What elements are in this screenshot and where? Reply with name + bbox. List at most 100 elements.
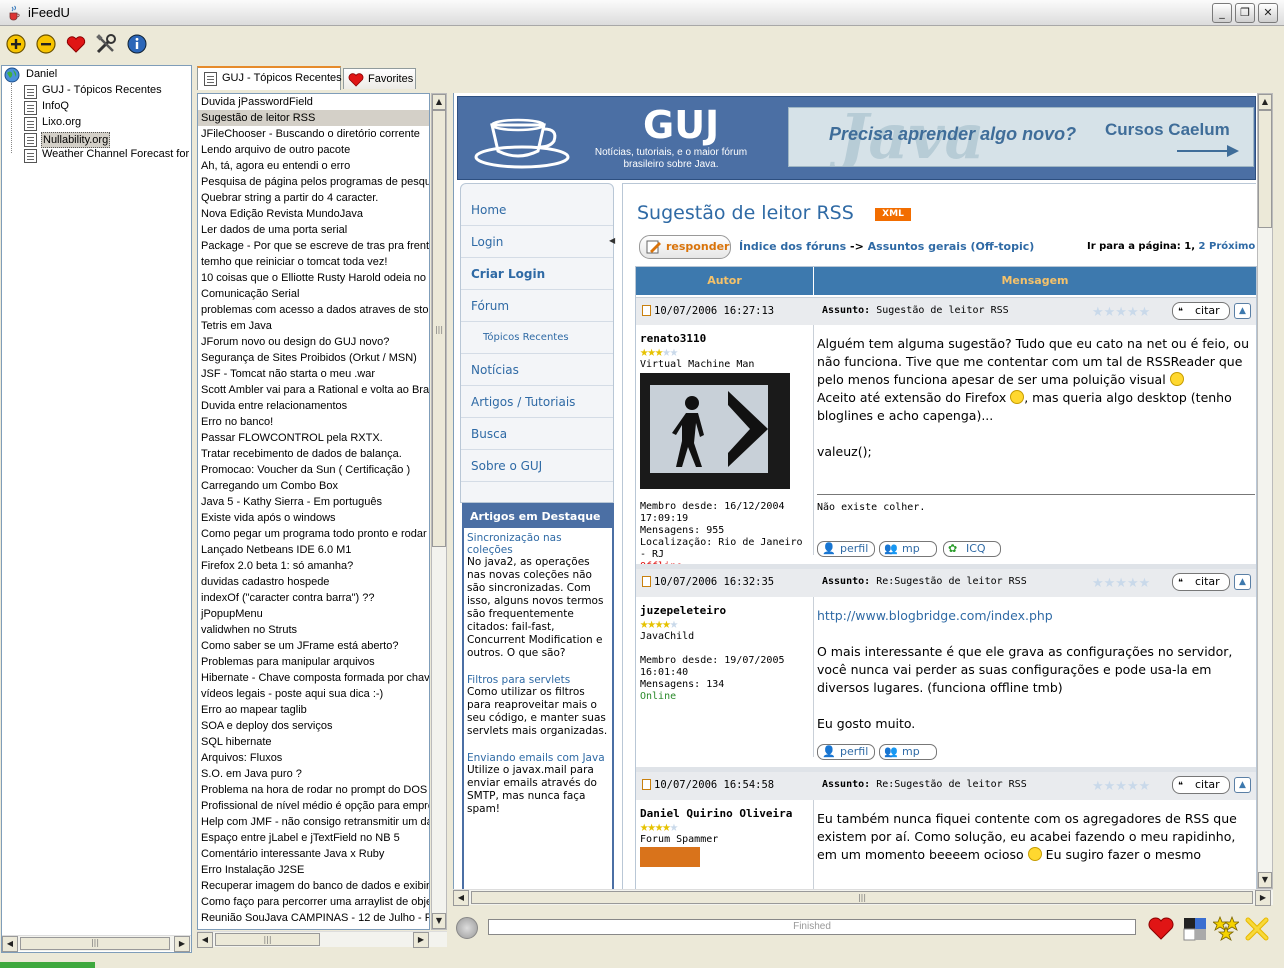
tree-root[interactable]: Daniel	[26, 68, 57, 84]
topic-item[interactable]: Arquivos: Fluxos	[198, 750, 429, 766]
top-arrow-icon[interactable]: ▲	[1234, 574, 1251, 590]
plus-circle-icon[interactable]	[5, 33, 27, 55]
topic-item[interactable]: temho que reiniciar o tomcat toda vez!	[198, 254, 429, 270]
scroll-thumb[interactable]: |||	[215, 933, 320, 946]
topic-item[interactable]: Problema na hora de rodar no prompt do D…	[198, 782, 429, 798]
topic-item[interactable]: JSF - Tomcat não starta o meu .war	[198, 366, 429, 382]
close-button[interactable]: ✕	[1258, 3, 1278, 23]
browser-vscrollbar[interactable]: ▲ ▼	[1257, 93, 1273, 889]
topic-item[interactable]: Erro no banco!	[198, 414, 429, 430]
topic-item[interactable]: 10 coisas que o Elliotte Rusty Harold od…	[198, 270, 429, 286]
scroll-up-button[interactable]: ▲	[432, 94, 446, 110]
topic-item[interactable]: Hibernate - Chave composta formada por c…	[198, 670, 429, 686]
featured-link[interactable]: Sincronização nas coleções	[464, 528, 612, 556]
topic-item[interactable]: Firefox 2.0 beta 1: só amanha?	[198, 558, 429, 574]
nav-articles[interactable]: Artigos / Tutoriais	[461, 386, 613, 418]
collapse-arrow-icon[interactable]: ◀	[609, 236, 615, 245]
nav-recent-topics[interactable]: Tópicos Recentes	[461, 322, 613, 354]
scroll-left-button[interactable]: ◀	[197, 932, 213, 948]
topic-item[interactable]: Tetris em Java	[198, 318, 429, 334]
crumb-forum[interactable]: Assuntos gerais (Off-topic)	[868, 240, 1035, 253]
topic-item[interactable]: S.O. em Java puro ?	[198, 766, 429, 782]
top-arrow-icon[interactable]: ▲	[1234, 303, 1251, 319]
scroll-thumb[interactable]	[1258, 110, 1272, 228]
next-page-link[interactable]: Próximo	[1209, 241, 1255, 252]
crumb-forum-index[interactable]: Índice dos fóruns	[739, 240, 846, 253]
tree-item-infoq[interactable]: InfoQ	[24, 100, 192, 116]
topic-item[interactable]: problemas com acesso a dados atraves de …	[198, 302, 429, 318]
top-arrow-icon[interactable]: ▲	[1234, 777, 1251, 793]
heart-icon[interactable]	[1147, 915, 1175, 941]
tab-guj-recent[interactable]: GUJ - Tópicos Recentes	[197, 66, 342, 90]
topic-item[interactable]: Tratar recebimento de dados de balança.	[198, 446, 429, 462]
nav-forum[interactable]: Fórum	[461, 290, 613, 322]
nav-login[interactable]: Login	[461, 226, 613, 258]
topic-item[interactable]: Como saber se um JFrame está aberto?	[198, 638, 429, 654]
topic-item[interactable]: Pesquisa de página pelos programas de pe…	[198, 174, 429, 190]
reply-button[interactable]: responder	[639, 235, 731, 259]
topic-item[interactable]: Nova Edição Revista MundoJava	[198, 206, 429, 222]
post-link[interactable]: http://www.blogbridge.com/index.php	[817, 608, 1053, 623]
topic-item[interactable]: Ah, tá, agora eu entendi o erro	[198, 158, 429, 174]
topic-item[interactable]: Carregando um Combo Box	[198, 478, 429, 494]
topic-item[interactable]: Profissional de nível médio é opção para…	[198, 798, 429, 814]
scroll-right-button[interactable]: ▶	[1255, 890, 1271, 906]
nav-create-login[interactable]: Criar Login	[461, 258, 613, 290]
minus-circle-icon[interactable]	[35, 33, 57, 55]
topic-item[interactable]: Recuperar imagem do banco de dados e exi…	[198, 878, 429, 894]
tab-favorites[interactable]: Favorites	[343, 68, 416, 89]
topic-item[interactable]: Help com JMF - não consigo retransmitir …	[198, 814, 429, 830]
window-layout-icon[interactable]	[1183, 917, 1207, 941]
page-2-link[interactable]: 2	[1199, 241, 1206, 252]
xml-feed-badge[interactable]: XML	[875, 208, 911, 221]
topic-item[interactable]: Erro Instalação J2SE	[198, 862, 429, 878]
tree-item-lixo[interactable]: Lixo.org	[24, 116, 192, 132]
rating-stars-icon[interactable]: ★★★★★	[1092, 305, 1150, 320]
topic-item[interactable]: Reunião SouJava CAMPINAS - 12 de Julho -…	[198, 910, 429, 926]
pm-button[interactable]: 👥 mp	[879, 541, 937, 557]
rating-stars-icon[interactable]: ★★★★★	[1092, 779, 1150, 794]
topic-hscrollbar[interactable]: ◀ ||| ▶	[197, 931, 447, 948]
nav-news[interactable]: Notícias	[461, 354, 613, 386]
scroll-left-button[interactable]: ◀	[2, 936, 18, 952]
icq-button[interactable]: ✿ ICQ	[943, 541, 1001, 557]
topic-item[interactable]: Como faço para percorrer uma arraylist d…	[198, 894, 429, 910]
topic-item[interactable]: Problemas para manipular arquivos	[198, 654, 429, 670]
topic-item[interactable]: Quebrar string a partir do 4 caracter.	[198, 190, 429, 206]
topic-item[interactable]: Passar FLOWCONTROL pela RXTX.	[198, 430, 429, 446]
scroll-thumb[interactable]: |||	[471, 891, 1253, 904]
topic-item[interactable]: SOA e deploy dos serviços	[198, 718, 429, 734]
topic-vscrollbar[interactable]: ▲ ||| ▼	[431, 93, 447, 930]
nav-search[interactable]: Busca	[461, 418, 613, 450]
scroll-right-button[interactable]: ▶	[174, 936, 190, 952]
stars-icon[interactable]	[1213, 916, 1239, 942]
pm-button[interactable]: 👥 mp	[879, 744, 937, 760]
topic-item[interactable]: Scott Ambler vai para a Rational e volta…	[198, 382, 429, 398]
topic-item[interactable]: Como pegar um programa todo pronto e rod…	[198, 526, 429, 542]
scroll-right-button[interactable]: ▶	[413, 932, 429, 948]
browser-hscrollbar[interactable]: ◀ ||| ▶	[453, 889, 1273, 906]
topic-item[interactable]: Existe vida após o windows	[198, 510, 429, 526]
topic-item[interactable]: Java 5 - Kathy Sierra - Em português	[198, 494, 429, 510]
topic-item[interactable]: JFileChooser - Buscando o diretório corr…	[198, 126, 429, 142]
topic-item[interactable]: Duvida entre relacionamentos	[198, 398, 429, 414]
profile-button[interactable]: 👤 perfil	[817, 744, 875, 760]
scroll-down-button[interactable]: ▼	[1258, 872, 1272, 888]
info-icon[interactable]	[126, 33, 148, 55]
scroll-thumb[interactable]: |||	[20, 937, 170, 950]
topic-item[interactable]: indexOf ("caracter contra barra") ??	[198, 590, 429, 606]
topic-item[interactable]: SQL hibernate	[198, 734, 429, 750]
minimize-button[interactable]: _	[1212, 3, 1232, 23]
topic-item[interactable]: vídeos legais - poste aqui sua dica :-)	[198, 686, 429, 702]
topic-title[interactable]: Sugestão de leitor RSS	[637, 202, 854, 224]
topic-item[interactable]: JForum novo ou design do GUJ novo?	[198, 334, 429, 350]
topic-item[interactable]: Package - Por que se escreve de tras pra…	[198, 238, 429, 254]
caelum-banner[interactable]: Java Precisa aprender algo novo? Cursos …	[788, 107, 1254, 167]
featured-link[interactable]: Filtros para servlets	[464, 660, 612, 686]
tree-item-weather[interactable]: Weather Channel Forecast for	[24, 148, 192, 164]
stop-icon[interactable]	[456, 917, 478, 939]
nav-about[interactable]: Sobre o GUJ	[461, 450, 613, 482]
scroll-down-button[interactable]: ▼	[432, 913, 446, 929]
topic-item[interactable]: Duvida jPasswordField	[198, 94, 429, 110]
quote-button[interactable]: ❝ citar	[1172, 573, 1230, 591]
